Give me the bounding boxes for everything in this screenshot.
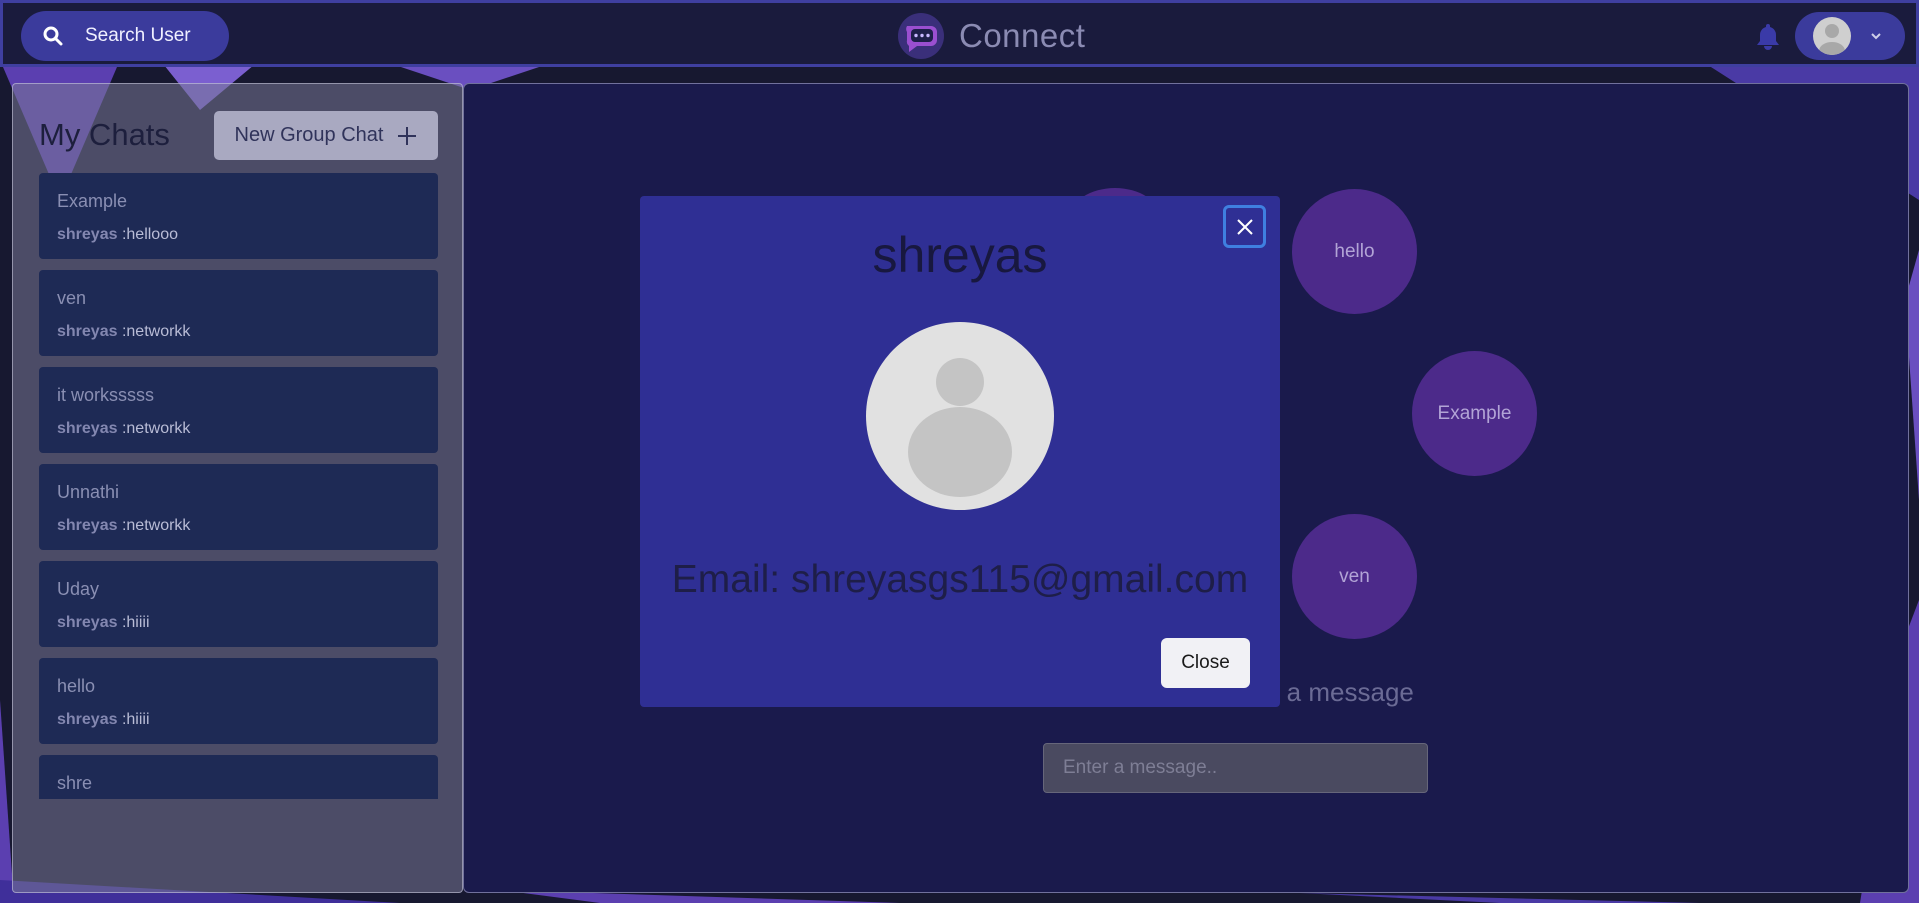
profile-menu-button[interactable]: [1795, 12, 1905, 60]
modal-close-x-button[interactable]: [1223, 205, 1266, 248]
chat-latest-message: shreyas :networkk: [57, 420, 420, 438]
avatar: [1813, 17, 1851, 55]
chat-message: :hellooo: [121, 226, 178, 243]
floating-bubble-ven: ven: [1292, 514, 1417, 639]
search-icon: [43, 26, 63, 46]
chat-name: shre: [57, 773, 93, 793]
chat-list: Example shreyas :hellooo ven shreyas :ne…: [39, 173, 438, 799]
my-chats-panel: My Chats New Group Chat Example shreyas …: [12, 83, 463, 893]
modal-close-button[interactable]: Close: [1161, 638, 1250, 688]
chat-name: Example: [57, 191, 128, 211]
bell-icon[interactable]: [1755, 22, 1781, 50]
close-icon: [1236, 218, 1253, 235]
chat-name: Uday: [57, 579, 100, 599]
chat-logo-icon: [898, 13, 944, 59]
floating-bubble-hello: hello: [1292, 189, 1417, 314]
profile-avatar: [866, 322, 1054, 510]
chat-message: :networkk: [121, 420, 191, 437]
search-user-button[interactable]: Search User: [21, 11, 229, 61]
chat-item-example[interactable]: Example shreyas :hellooo: [39, 173, 438, 259]
chat-latest-message: shreyas :hiiii: [57, 614, 420, 632]
chat-latest-message: shreyas :hellooo: [57, 226, 420, 244]
profile-modal: shreyas Email: shreyasgs115@gmail.com Cl…: [640, 196, 1280, 707]
chat-sender: shreyas: [57, 323, 118, 340]
chat-name: Unnathi: [57, 482, 120, 502]
chat-message: :hiiii: [121, 711, 150, 728]
profile-email: Email: shreyasgs115@gmail.com: [671, 558, 1249, 601]
chat-sender: shreyas: [57, 711, 118, 728]
chat-message: :networkk: [121, 517, 191, 534]
chat-message: :hiiii: [121, 614, 150, 631]
new-group-chat-label: New Group Chat: [234, 124, 384, 146]
chat-name: ven: [57, 288, 87, 308]
chat-sender: shreyas: [57, 614, 118, 631]
plus-icon: [398, 126, 417, 145]
app-title: Connect: [959, 17, 1086, 54]
my-chats-title: My Chats: [39, 117, 170, 152]
chat-item-shre[interactable]: shre: [39, 755, 438, 799]
chat-latest-message: shreyas :networkk: [57, 323, 420, 341]
chat-item-uday[interactable]: Uday shreyas :hiiii: [39, 561, 438, 647]
select-chat-prompt: d a message: [1265, 677, 1414, 707]
chevron-down-icon: [1871, 33, 1881, 40]
chat-item-it-worksssss[interactable]: it worksssss shreyas :networkk: [39, 367, 438, 453]
search-user-label: Search User: [85, 25, 191, 46]
chat-sender: shreyas: [57, 517, 118, 534]
chat-message: :networkk: [121, 323, 191, 340]
chat-name: hello: [57, 676, 96, 696]
floating-bubble-example: Example: [1412, 351, 1537, 476]
message-input[interactable]: Enter a message..: [1043, 743, 1428, 793]
new-group-chat-button[interactable]: New Group Chat: [214, 111, 438, 160]
chat-item-unnathi[interactable]: Unnathi shreyas :networkk: [39, 464, 438, 550]
app-brand: Connect: [897, 12, 1085, 60]
top-navbar: Search User Connect: [0, 0, 1919, 67]
chat-item-ven[interactable]: ven shreyas :networkk: [39, 270, 438, 356]
chat-sender: shreyas: [57, 226, 118, 243]
chat-item-hello[interactable]: hello shreyas :hiiii: [39, 658, 438, 744]
chat-latest-message: shreyas :hiiii: [57, 711, 420, 729]
chat-name: it worksssss: [57, 385, 155, 405]
chat-sender: shreyas: [57, 420, 118, 437]
chat-latest-message: shreyas :networkk: [57, 517, 420, 535]
modal-title: shreyas: [872, 227, 1048, 283]
